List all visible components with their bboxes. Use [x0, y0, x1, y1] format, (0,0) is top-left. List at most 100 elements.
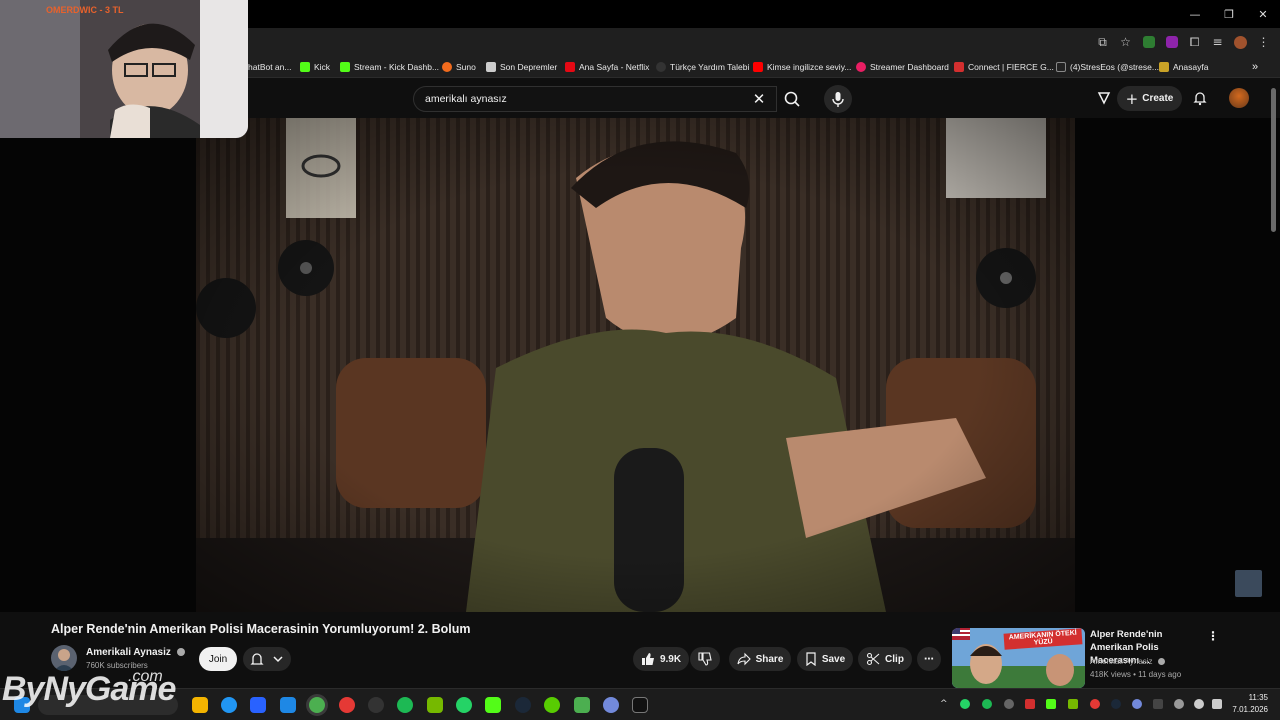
- home-icon: [1159, 62, 1169, 72]
- epic-games-icon[interactable]: [632, 697, 648, 713]
- whatsapp-icon[interactable]: [456, 697, 472, 713]
- subscription-bell-button[interactable]: [243, 647, 291, 671]
- save-button[interactable]: Save: [797, 647, 853, 671]
- file-explorer-icon[interactable]: [192, 697, 208, 713]
- install-app-icon[interactable]: ⧉: [1094, 34, 1111, 51]
- discord-icon[interactable]: [603, 697, 619, 713]
- tray-nvidia-icon[interactable]: [1068, 699, 1078, 709]
- recommended-more-icon[interactable]: ⋮: [1207, 629, 1219, 643]
- more-actions-icon[interactable]: ⋯: [917, 647, 941, 671]
- voice-search-button[interactable]: [824, 85, 852, 113]
- streamer-name-label: OMERDWIC - 3 TL: [46, 5, 124, 15]
- video-title: Alper Rende'nin Amerikan Polisi Macerasi…: [51, 622, 471, 636]
- store-icon[interactable]: [250, 697, 266, 713]
- channel-name[interactable]: Amerikali Aynasiz: [86, 647, 185, 658]
- bookmark-star-icon[interactable]: ☆: [1117, 34, 1134, 51]
- steam-icon[interactable]: [515, 697, 531, 713]
- channel-avatar[interactable]: [51, 645, 77, 671]
- duolingo-icon[interactable]: [544, 697, 560, 713]
- toolbar-icons: ⧉ ☆ ⧠ ≡ ⋮: [1094, 28, 1272, 56]
- bookmark-item[interactable]: Stream - Kick Dashb...: [340, 59, 439, 75]
- search-button[interactable]: [777, 86, 807, 112]
- tray-app-icon[interactable]: [1090, 699, 1100, 709]
- verified-check-icon: [1157, 658, 1165, 666]
- tray-app-icon[interactable]: [1004, 699, 1014, 709]
- tray-app-icon[interactable]: [1025, 699, 1035, 709]
- minimize-icon[interactable]: —: [1178, 0, 1212, 28]
- netflix-icon: [565, 62, 575, 72]
- recommended-video-meta: 418K views • 11 days ago: [1090, 670, 1182, 679]
- taskbar-clock[interactable]: 11:35 7.01.2026: [1232, 692, 1268, 716]
- bookmark-item[interactable]: Son Depremler: [486, 59, 557, 75]
- chevron-down-icon: [273, 656, 283, 663]
- microphone-icon: [832, 92, 844, 107]
- close-window-icon[interactable]: ✕: [1246, 0, 1280, 28]
- notifications-bell-icon[interactable]: [1192, 90, 1208, 106]
- tray-kick-icon[interactable]: [1046, 699, 1056, 709]
- nvidia-icon[interactable]: [427, 697, 443, 713]
- page-scrollbar[interactable]: [1271, 88, 1276, 232]
- kick-icon: [300, 62, 310, 72]
- share-button[interactable]: Share: [729, 647, 791, 671]
- bookmark-item[interactable]: Anasayfa: [1159, 59, 1208, 75]
- bookmarks-overflow-icon[interactable]: »: [1252, 59, 1258, 75]
- video-player[interactable]: [196, 118, 1075, 612]
- bookmark-item[interactable]: Kimse ingilizce seviy...: [753, 59, 851, 75]
- spotify-icon[interactable]: [397, 697, 413, 713]
- webcam-feed: [0, 0, 248, 138]
- extension-purple-icon[interactable]: [1163, 34, 1180, 51]
- plus-icon: +: [1125, 89, 1139, 108]
- bookmark-item[interactable]: Suno: [442, 59, 476, 75]
- edge-icon[interactable]: [221, 697, 237, 713]
- clock-date: 7.01.2026: [1232, 705, 1268, 714]
- recommended-video-thumbnail[interactable]: AMERİKANIN ÖTEKİ YÜZÜ: [952, 628, 1085, 688]
- verified-check-icon: [176, 648, 185, 657]
- theater-right-margin: [1075, 118, 1280, 612]
- recommended-channel[interactable]: Amerikali Aynasiz: [1090, 657, 1165, 666]
- tiktok-icon: [1056, 62, 1066, 72]
- profile-avatar-icon[interactable]: [1232, 34, 1249, 51]
- tray-overflow-icon[interactable]: ^: [940, 699, 950, 709]
- dislike-button[interactable]: [690, 647, 720, 671]
- wifi-icon[interactable]: [1194, 699, 1204, 709]
- tray-app-icon[interactable]: [1153, 699, 1163, 709]
- join-button[interactable]: Join: [199, 647, 237, 671]
- bookmark-item[interactable]: Türkçe Yardım Talebi: [656, 59, 749, 75]
- thumbs-up-icon: [641, 653, 654, 665]
- browser-menu-icon[interactable]: ⋮: [1255, 34, 1272, 51]
- extensions-puzzle-icon[interactable]: ⧠: [1186, 34, 1203, 51]
- chrome-icon[interactable]: [309, 697, 325, 713]
- kick-app-icon[interactable]: [485, 697, 501, 713]
- volume-icon[interactable]: [1212, 699, 1222, 709]
- tray-steam-icon[interactable]: [1111, 699, 1121, 709]
- bookmark-item[interactable]: Streamer Dashboard: [856, 59, 949, 75]
- bookmark-item[interactable]: hatBot an...: [248, 59, 291, 75]
- restore-icon[interactable]: ❐: [1212, 0, 1246, 28]
- bookmark-item[interactable]: (4)StresEos (@strese...: [1056, 59, 1159, 75]
- bell-icon: [250, 653, 264, 665]
- opera-icon[interactable]: [339, 697, 355, 713]
- bookmark-item[interactable]: Ana Sayfa - Netflix: [565, 59, 649, 75]
- create-button[interactable]: + Create: [1117, 86, 1182, 111]
- search-input[interactable]: amerikalı aynasız: [413, 86, 777, 112]
- microphone-tray-icon[interactable]: [1174, 699, 1184, 709]
- tray-discord-icon[interactable]: [1132, 699, 1142, 709]
- cast-icon[interactable]: [1096, 90, 1112, 106]
- clear-search-icon[interactable]: ✕: [750, 90, 768, 108]
- mini-thumbnail[interactable]: [1235, 570, 1262, 597]
- minecraft-icon[interactable]: [574, 697, 590, 713]
- page-icon: [656, 62, 666, 72]
- app-icon[interactable]: [280, 697, 296, 713]
- like-button[interactable]: 9.9K: [633, 647, 689, 671]
- account-avatar[interactable]: [1229, 88, 1249, 108]
- watermark-suffix: .com: [128, 668, 163, 685]
- search-icon: [784, 91, 800, 107]
- tray-whatsapp-icon[interactable]: [960, 699, 970, 709]
- clip-button[interactable]: Clip: [858, 647, 912, 671]
- tray-spotify-icon[interactable]: [982, 699, 992, 709]
- extension-green-icon[interactable]: [1140, 34, 1157, 51]
- reading-list-icon[interactable]: ≡: [1209, 34, 1226, 51]
- obs-icon[interactable]: [368, 697, 384, 713]
- bookmark-item[interactable]: Connect | FIERCE G...: [954, 59, 1054, 75]
- bookmark-item[interactable]: Kick: [300, 59, 330, 75]
